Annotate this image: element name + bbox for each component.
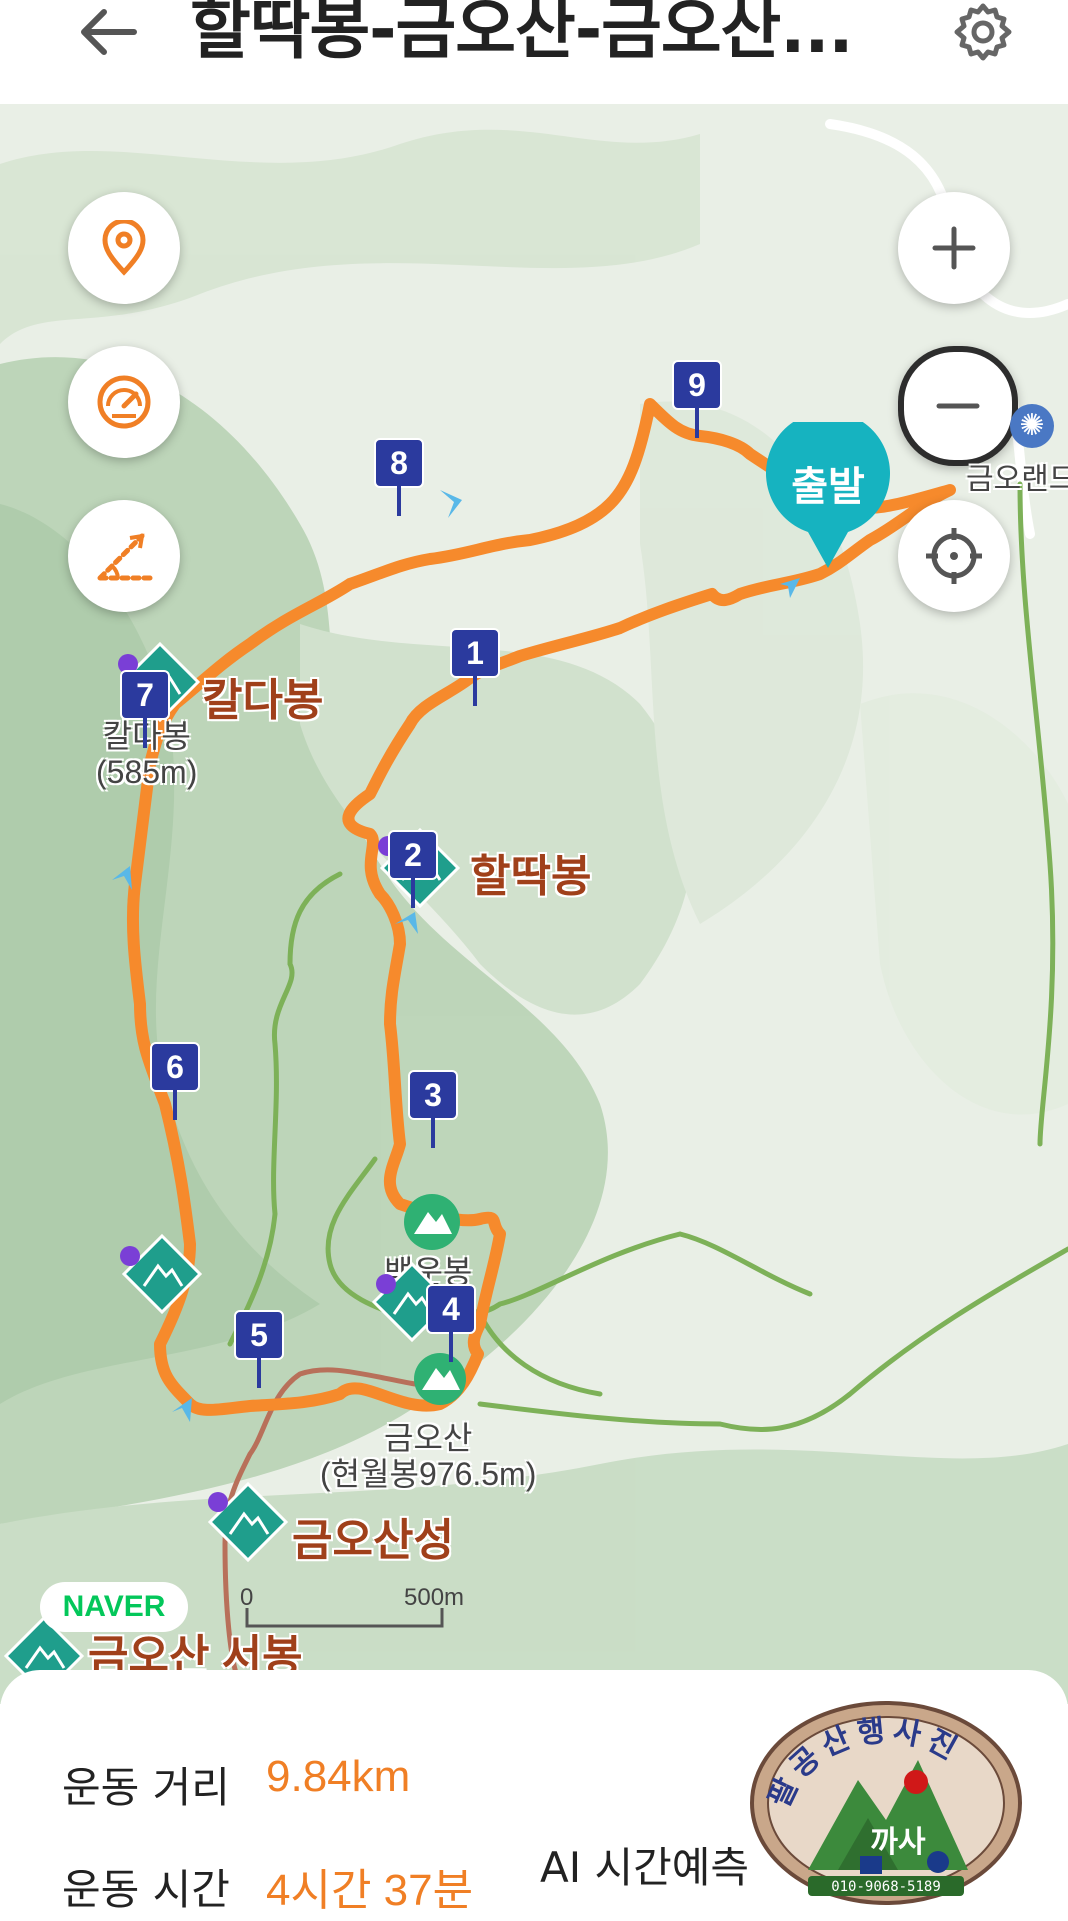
svg-text:까사: 까사 (870, 1825, 926, 1860)
distance-label: 운동 거리 (62, 1763, 230, 1812)
club-logo: 팔공산행사진 까사 010-9068-5189 (750, 1701, 1022, 1905)
distance-value: 9.84km (266, 1752, 411, 1801)
waypoint-9[interactable]: 9 (672, 360, 722, 440)
back-button[interactable] (70, 0, 146, 64)
scale-distance: 500m (404, 1584, 465, 1611)
waypoint-2[interactable]: 2 (388, 830, 438, 910)
waypoint-6[interactable]: 6 (150, 1042, 200, 1122)
trail-map[interactable]: 출발 금오랜드 ✺ 칼다봉 칼다봉 (585m) 할딱봉 백운봉 금오산 (현월… (0, 104, 1068, 1704)
waypoint-5[interactable]: 5 (234, 1310, 284, 1390)
time-label: 운동 시간 (62, 1865, 230, 1914)
arrow-left-icon (81, 9, 137, 55)
gear-icon (954, 3, 1012, 61)
page-title: 할딱봉-금오산-금오산... (190, 0, 853, 68)
top-bar: 할딱봉-금오산-금오산... (0, 0, 1068, 104)
naver-logo: NAVER (40, 1582, 188, 1632)
svg-text:010-9068-5189: 010-9068-5189 (831, 1879, 941, 1895)
waypoint-4[interactable]: 4 (426, 1284, 476, 1364)
time-value: 4시간 37분 (266, 1866, 474, 1915)
ai-time-predict-button[interactable]: AI 시간예측 (540, 1834, 749, 1895)
settings-button[interactable] (950, 0, 1016, 64)
waypoint-3[interactable]: 3 (408, 1070, 458, 1150)
peak-diamonds (3, 641, 461, 1697)
waypoint-7[interactable]: 7 (120, 670, 170, 750)
waypoint-8[interactable]: 8 (374, 438, 424, 518)
scale-zero: 0 (240, 1584, 254, 1611)
waypoint-1[interactable]: 1 (450, 628, 500, 708)
